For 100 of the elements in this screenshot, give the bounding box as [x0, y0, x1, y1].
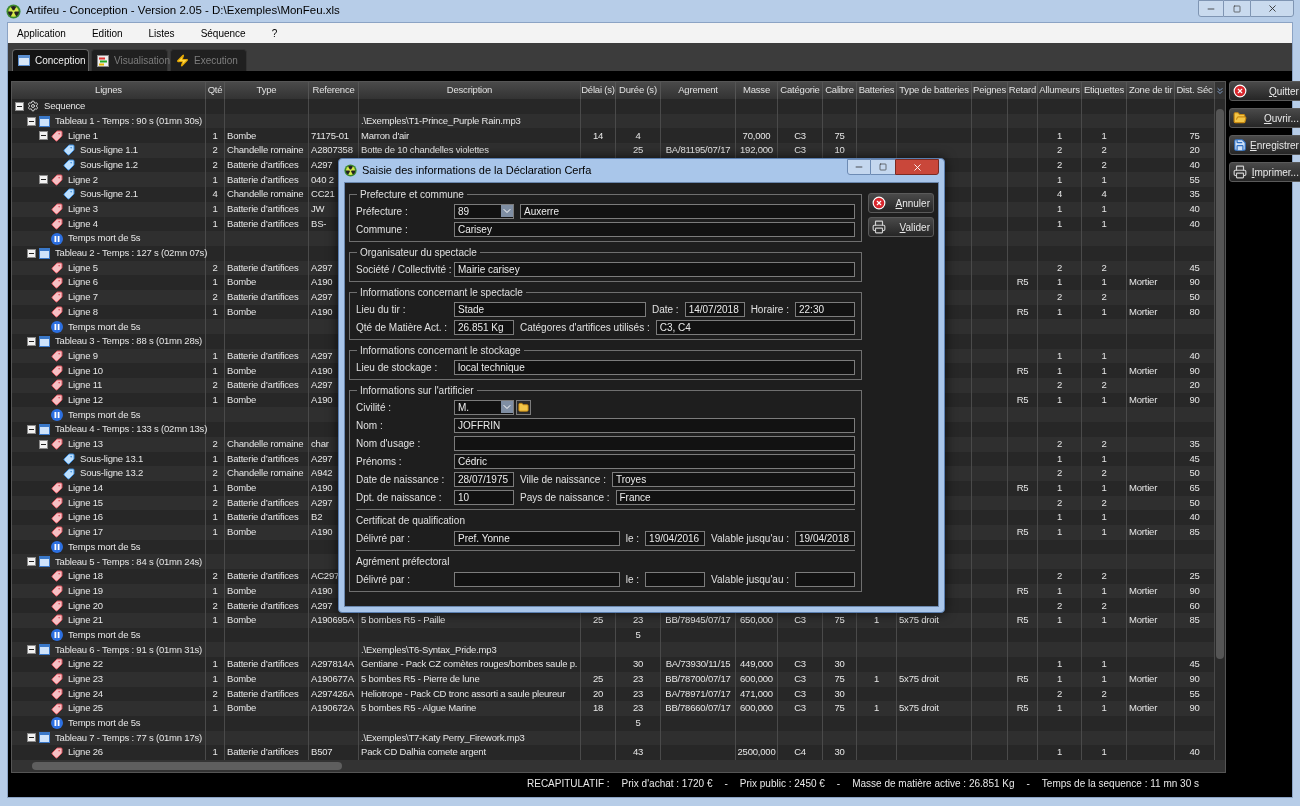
action-button[interactable]: Enregistrer [1229, 135, 1300, 155]
collapse-icon[interactable] [27, 248, 36, 258]
text-field[interactable]: 22:30 [795, 301, 855, 317]
collapse-icon[interactable] [27, 733, 36, 743]
collapse-icon[interactable] [27, 336, 36, 346]
text-field[interactable]: Carisey [454, 221, 855, 237]
collapse-icon[interactable] [39, 439, 48, 449]
dropdown[interactable]: M. [454, 399, 514, 415]
action-button[interactable]: Imprimer... [1229, 162, 1300, 182]
text-field[interactable]: local technique [454, 359, 855, 375]
collapse-icon[interactable] [27, 424, 36, 434]
tree-item-label[interactable]: Sous-ligne 1.1 [80, 143, 138, 158]
collapse-icon[interactable] [39, 175, 48, 185]
close-button[interactable] [895, 159, 939, 175]
tree-item-label[interactable]: Tableau 4 - Temps : 133 s (02mn 13s) [55, 422, 208, 437]
tree-item-label[interactable]: Temps mort de 5s [68, 716, 141, 731]
collapse-icon[interactable] [39, 131, 48, 141]
tree-item-label[interactable]: Ligne 26 [68, 745, 103, 760]
tree-item-label[interactable]: Tableau 7 - Temps : 77 s (01mn 17s) [55, 730, 202, 746]
tree-item-label[interactable]: Temps mort de 5s [68, 539, 141, 555]
text-field[interactable]: France [615, 489, 855, 505]
text-field[interactable]: Pref. Yonne [454, 530, 620, 546]
text-field[interactable]: 28/07/1975 [454, 471, 514, 487]
tab[interactable]: Conception [12, 49, 89, 71]
column-chooser-icon[interactable] [1215, 85, 1225, 96]
tree-item-label[interactable]: Ligne 2 [68, 172, 98, 187]
tree-item-label[interactable]: Tableau 2 - Temps : 127 s (02mn 07s) [55, 246, 208, 261]
tree-item-label[interactable]: Ligne 25 [68, 701, 103, 716]
tree-item-label[interactable]: Tableau 6 - Temps : 91 s (01mn 31s) [55, 642, 202, 657]
text-field[interactable]: Mairie carisey [454, 261, 855, 277]
action-button[interactable]: Ouvrir... [1229, 108, 1300, 128]
tree-item-label[interactable]: Ligne 5 [68, 260, 98, 276]
tree-item-label[interactable]: Ligne 22 [68, 657, 103, 672]
tree-item-label[interactable]: Ligne 13 [68, 437, 103, 452]
tree-item-label[interactable]: Temps mort de 5s [68, 319, 141, 334]
text-field[interactable] [795, 571, 855, 587]
collapse-icon[interactable] [27, 645, 36, 655]
menu-item[interactable]: Application [17, 25, 66, 41]
tree-item-label[interactable]: Temps mort de 5s [68, 231, 141, 246]
tree-item-label[interactable]: Ligne 17 [68, 525, 103, 540]
tree-item-label[interactable]: Ligne 18 [68, 569, 103, 584]
tree-item-label[interactable]: Tableau 1 - Temps : 90 s (01mn 30s) [55, 113, 202, 129]
tree-item-label[interactable]: Ligne 1 [68, 128, 98, 143]
text-field[interactable]: Auxerre [520, 203, 855, 219]
tree-item-label[interactable]: Ligne 3 [68, 202, 98, 217]
menu-item[interactable]: Listes [148, 25, 175, 41]
tree-item-label[interactable]: Ligne 8 [68, 304, 98, 320]
text-field[interactable] [454, 435, 855, 451]
vertical-scrollbar[interactable] [1215, 99, 1225, 760]
tree-item-label[interactable]: Ligne 21 [68, 613, 103, 628]
tree-item-label[interactable]: Ligne 11 [68, 378, 103, 393]
menu-item[interactable]: ? [271, 25, 278, 41]
tab[interactable]: Execution [170, 49, 247, 71]
folder-button[interactable] [516, 399, 531, 415]
text-field[interactable] [645, 571, 706, 587]
collapse-icon[interactable] [27, 116, 36, 126]
text-field[interactable]: Cédric [454, 453, 855, 469]
tree-item-label[interactable]: Ligne 19 [68, 583, 103, 599]
tree-item-label[interactable]: Temps mort de 5s [68, 627, 141, 643]
text-field[interactable]: Troyes [612, 471, 855, 487]
tree-item-label[interactable]: Ligne 16 [68, 510, 103, 525]
tree-item-label[interactable]: Temps mort de 5s [68, 407, 141, 422]
dropdown[interactable]: 89 [454, 203, 514, 219]
tree-item-label[interactable]: Sous-ligne 1.2 [80, 157, 138, 173]
text-field[interactable] [454, 571, 620, 587]
collapse-icon[interactable] [27, 557, 36, 567]
tree-item-label[interactable]: Ligne 15 [68, 495, 103, 511]
tree-item-label[interactable]: Ligne 6 [68, 275, 98, 290]
menu-item[interactable]: Séquence [200, 25, 246, 41]
text-field[interactable]: Stade [454, 301, 646, 317]
text-field[interactable]: 26.851 Kg [454, 319, 514, 335]
tree-item-label[interactable]: Ligne 9 [68, 348, 98, 364]
tree-item-label[interactable]: Ligne 12 [68, 392, 103, 408]
text-field[interactable]: 14/07/2018 [684, 301, 745, 317]
action-button[interactable]: Valider [868, 217, 934, 237]
tree-item-label[interactable]: Ligne 14 [68, 481, 103, 496]
text-field[interactable]: 19/04/2018 [795, 530, 855, 546]
tab[interactable]: Visualisation [91, 49, 168, 71]
text-field[interactable]: C3, C4 [655, 319, 855, 335]
tree-item-label[interactable]: Ligne 23 [68, 672, 103, 687]
scrollbar-thumb[interactable] [32, 761, 342, 770]
text-field[interactable]: JOFFRIN [454, 417, 855, 433]
tree-item-label[interactable]: Sous-ligne 13.1 [80, 451, 144, 466]
tree-item-label[interactable]: Ligne 7 [68, 290, 98, 305]
action-button[interactable]: Annuler [868, 193, 934, 213]
tree-item-label[interactable]: Ligne 24 [68, 686, 103, 701]
tree-item-label[interactable]: Sous-ligne 2.1 [80, 187, 138, 202]
collapse-icon[interactable] [15, 101, 24, 111]
text-field[interactable]: 19/04/2016 [645, 530, 706, 546]
tree-item-label[interactable]: Tableau 5 - Temps : 84 s (01mn 24s) [55, 554, 202, 569]
tree-item-label[interactable]: Sous-ligne 13.2 [80, 466, 144, 481]
scrollbar-thumb[interactable] [1216, 109, 1224, 659]
tree-item-label[interactable]: Sequence [44, 99, 86, 114]
menu-item[interactable]: Edition [91, 25, 123, 41]
tree-item-label[interactable]: Ligne 4 [68, 216, 98, 231]
tree-item-label[interactable]: Ligne 20 [68, 598, 103, 613]
tree-item-label[interactable]: Tableau 3 - Temps : 88 s (01mn 28s) [55, 334, 202, 349]
text-field[interactable]: 10 [454, 489, 514, 505]
action-button[interactable]: Quitter [1229, 81, 1300, 101]
tree-item-label[interactable]: Ligne 10 [68, 363, 103, 378]
